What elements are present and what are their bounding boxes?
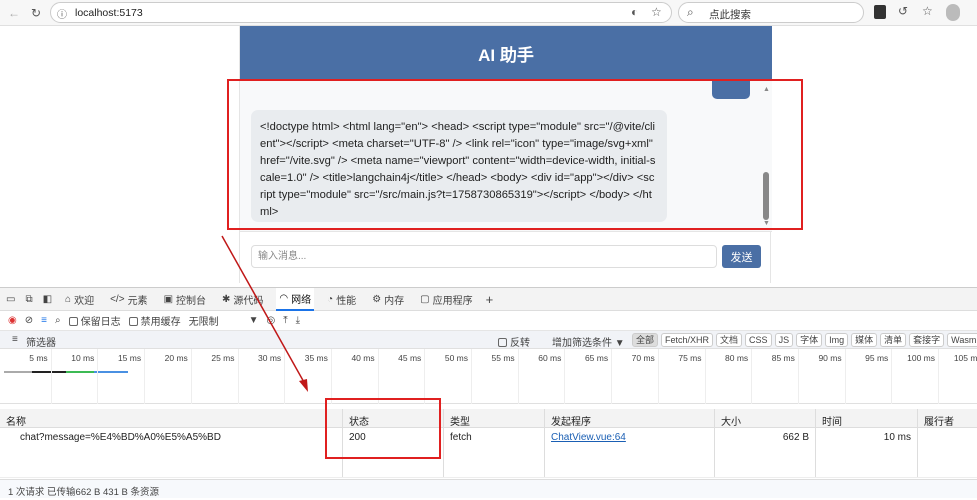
annotation-arrowhead xyxy=(299,379,308,392)
annotation-box-status xyxy=(325,398,441,459)
annotation-arrow xyxy=(221,235,306,385)
annotation-overlay xyxy=(221,79,803,459)
annotation-box-response xyxy=(227,79,803,230)
